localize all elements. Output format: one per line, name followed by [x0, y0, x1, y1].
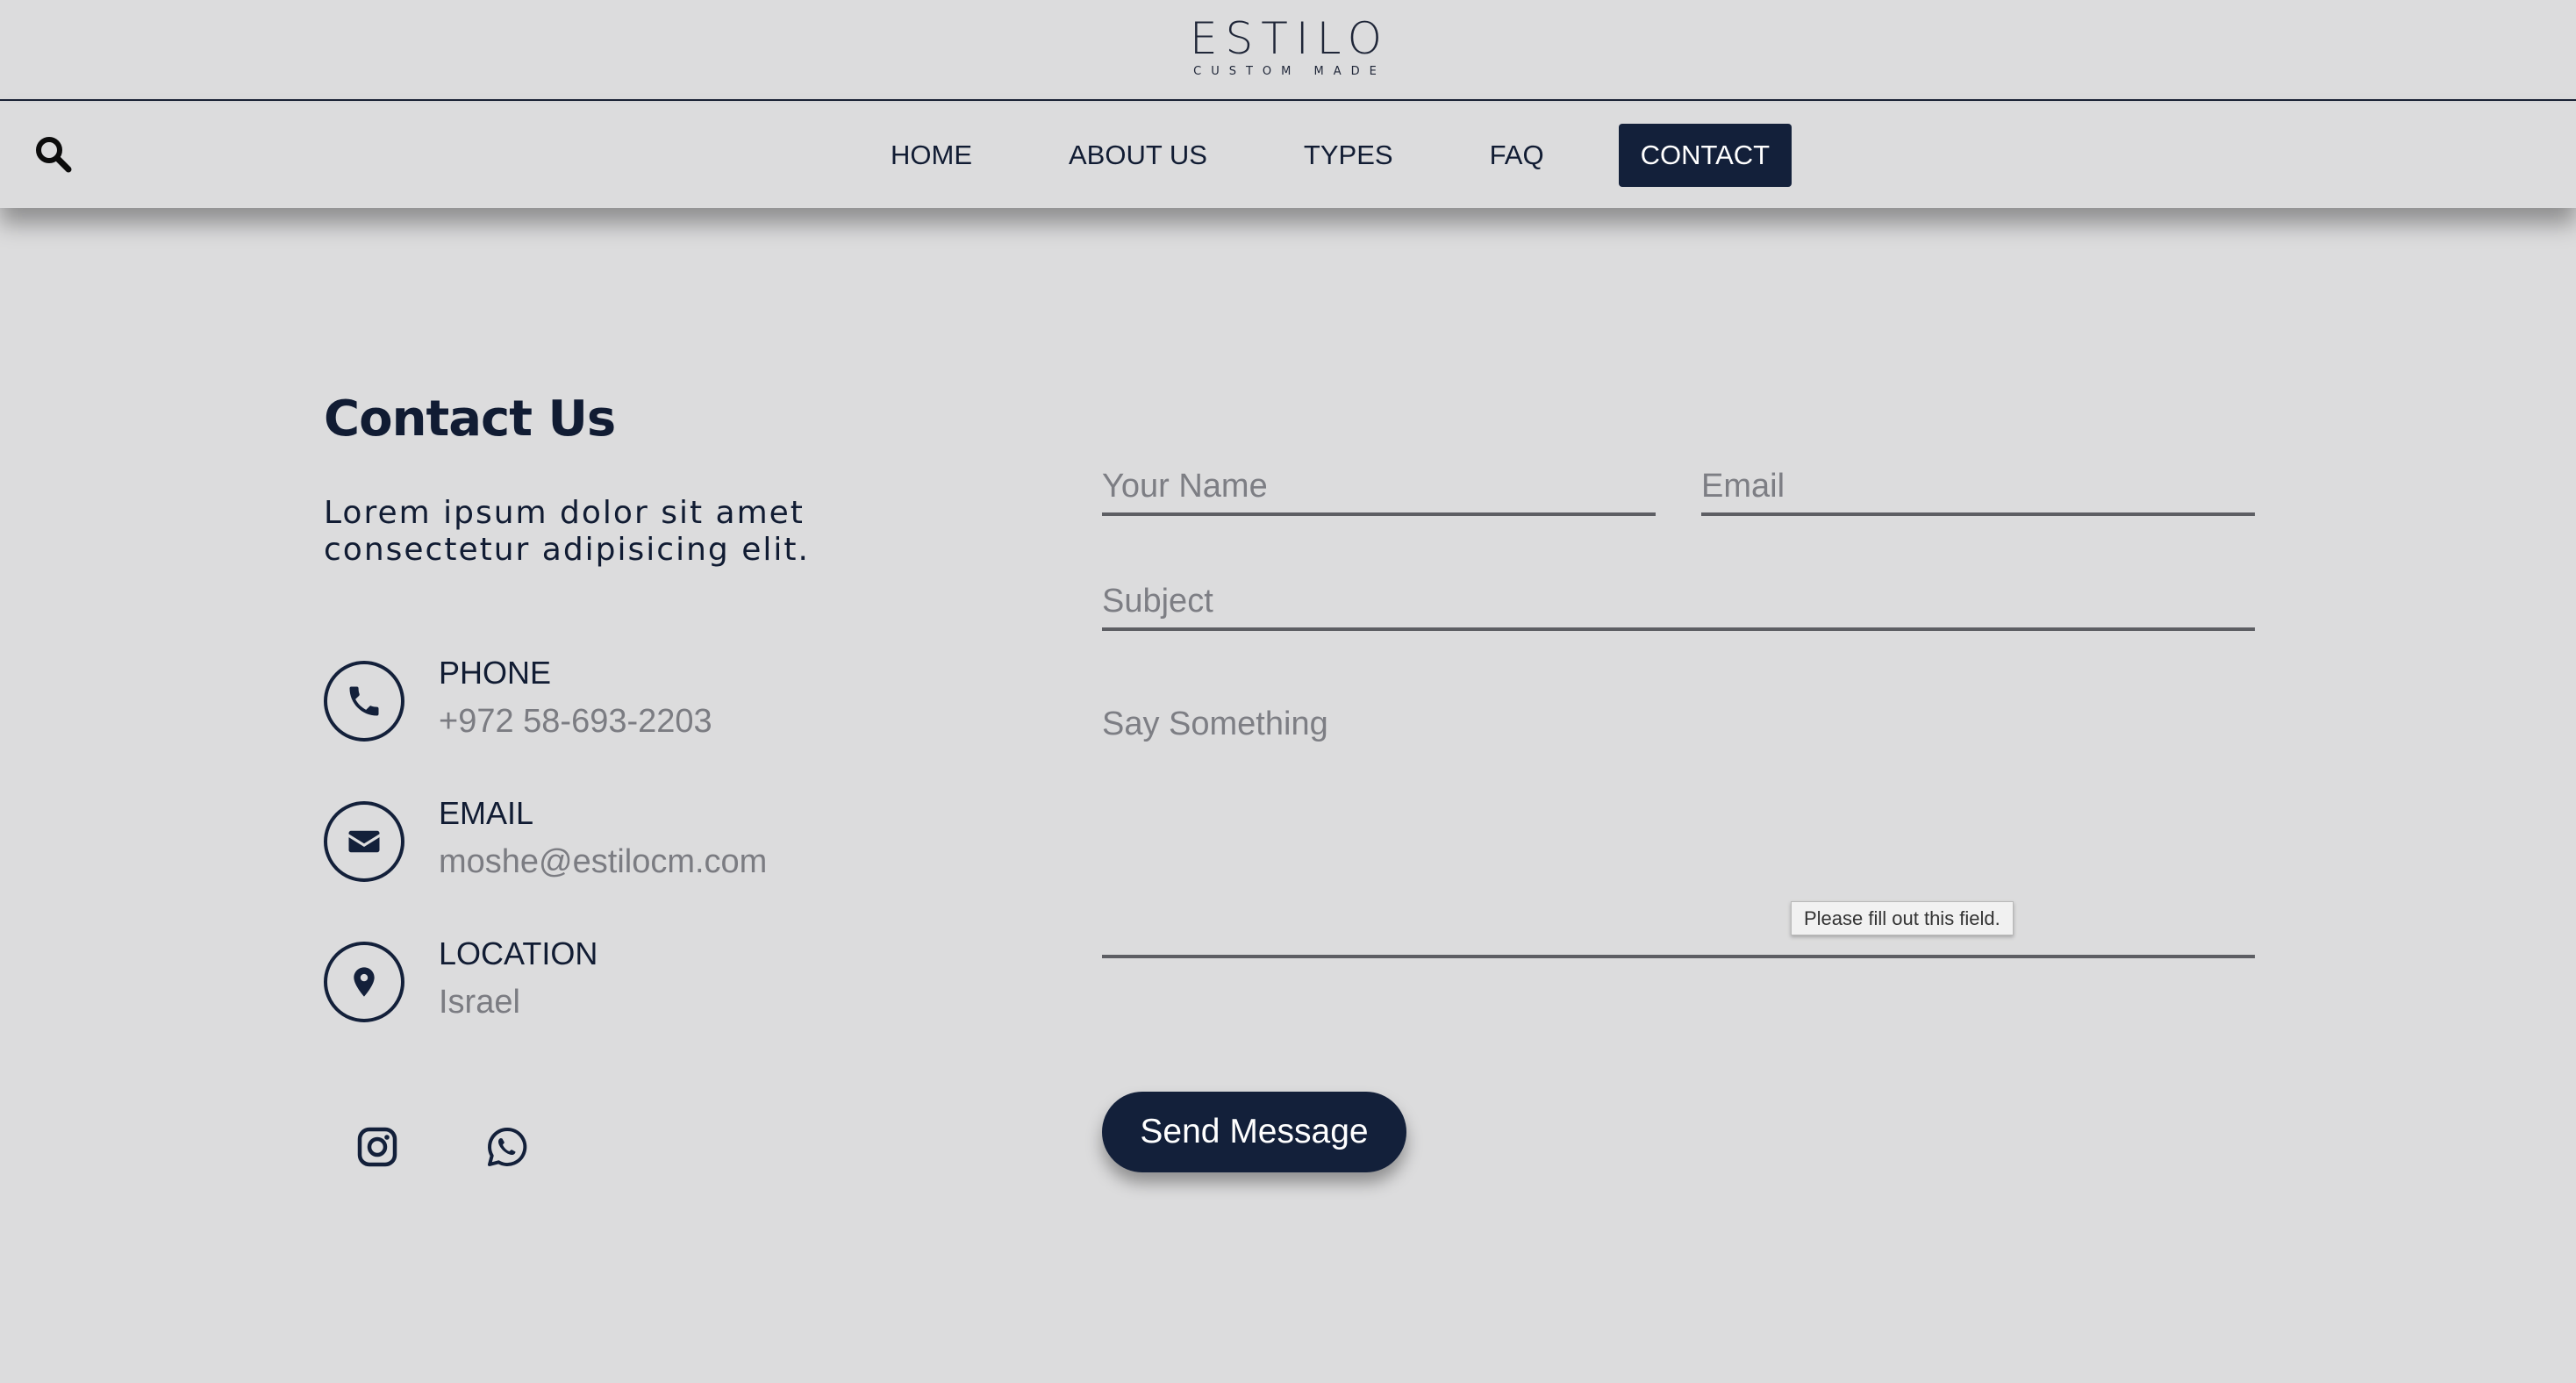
envelope-icon	[348, 830, 380, 853]
phone-icon-circle	[324, 661, 404, 742]
email-value[interactable]: moshe@estilocm.com	[439, 842, 767, 882]
location-label: LOCATION	[439, 935, 598, 971]
nav-link-contact[interactable]: CONTACT	[1618, 124, 1792, 187]
nav-link-types[interactable]: TYPES	[1282, 124, 1415, 187]
search-icon[interactable]	[33, 134, 72, 173]
phone-label: PHONE	[439, 655, 552, 691]
send-message-button[interactable]: Send Message	[1102, 1092, 1406, 1172]
whatsapp-icon[interactable]	[485, 1125, 529, 1169]
nav-link-faq[interactable]: FAQ	[1468, 124, 1566, 187]
name-input[interactable]	[1102, 460, 1656, 516]
envelope-icon-circle	[324, 801, 404, 882]
brand-logo[interactable]: ESTILO CUSTOM MADE	[1167, 16, 1413, 79]
page-title: Contact Us	[324, 391, 616, 448]
validation-tooltip: Please fill out this field.	[1791, 901, 2014, 935]
nav-links: HOME ABOUT US TYPES FAQ CONTACT	[869, 124, 1792, 187]
main-navigation: HOME ABOUT US TYPES FAQ CONTACT	[0, 103, 2576, 208]
phone-value[interactable]: +972 58-693-2203	[439, 701, 712, 742]
message-textarea[interactable]	[1102, 702, 2255, 958]
email-input[interactable]	[1701, 460, 2255, 516]
brand-name: ESTILO	[1189, 13, 1391, 64]
logo-bar: ESTILO CUSTOM MADE	[0, 0, 2576, 101]
contact-description: Lorem ipsum dolor sit amet consectetur a…	[324, 495, 810, 568]
nav-link-home[interactable]: HOME	[869, 124, 994, 187]
phone-icon	[349, 686, 379, 716]
instagram-icon[interactable]	[355, 1125, 399, 1169]
email-label: EMAIL	[439, 795, 534, 831]
nav-link-about-us[interactable]: ABOUT US	[1047, 124, 1229, 187]
map-pin-icon-circle	[324, 942, 404, 1022]
subject-input[interactable]	[1102, 575, 2255, 631]
map-pin-icon	[354, 967, 375, 997]
location-value: Israel	[439, 984, 520, 1021]
brand-tagline: CUSTOM MADE	[1193, 65, 1386, 78]
